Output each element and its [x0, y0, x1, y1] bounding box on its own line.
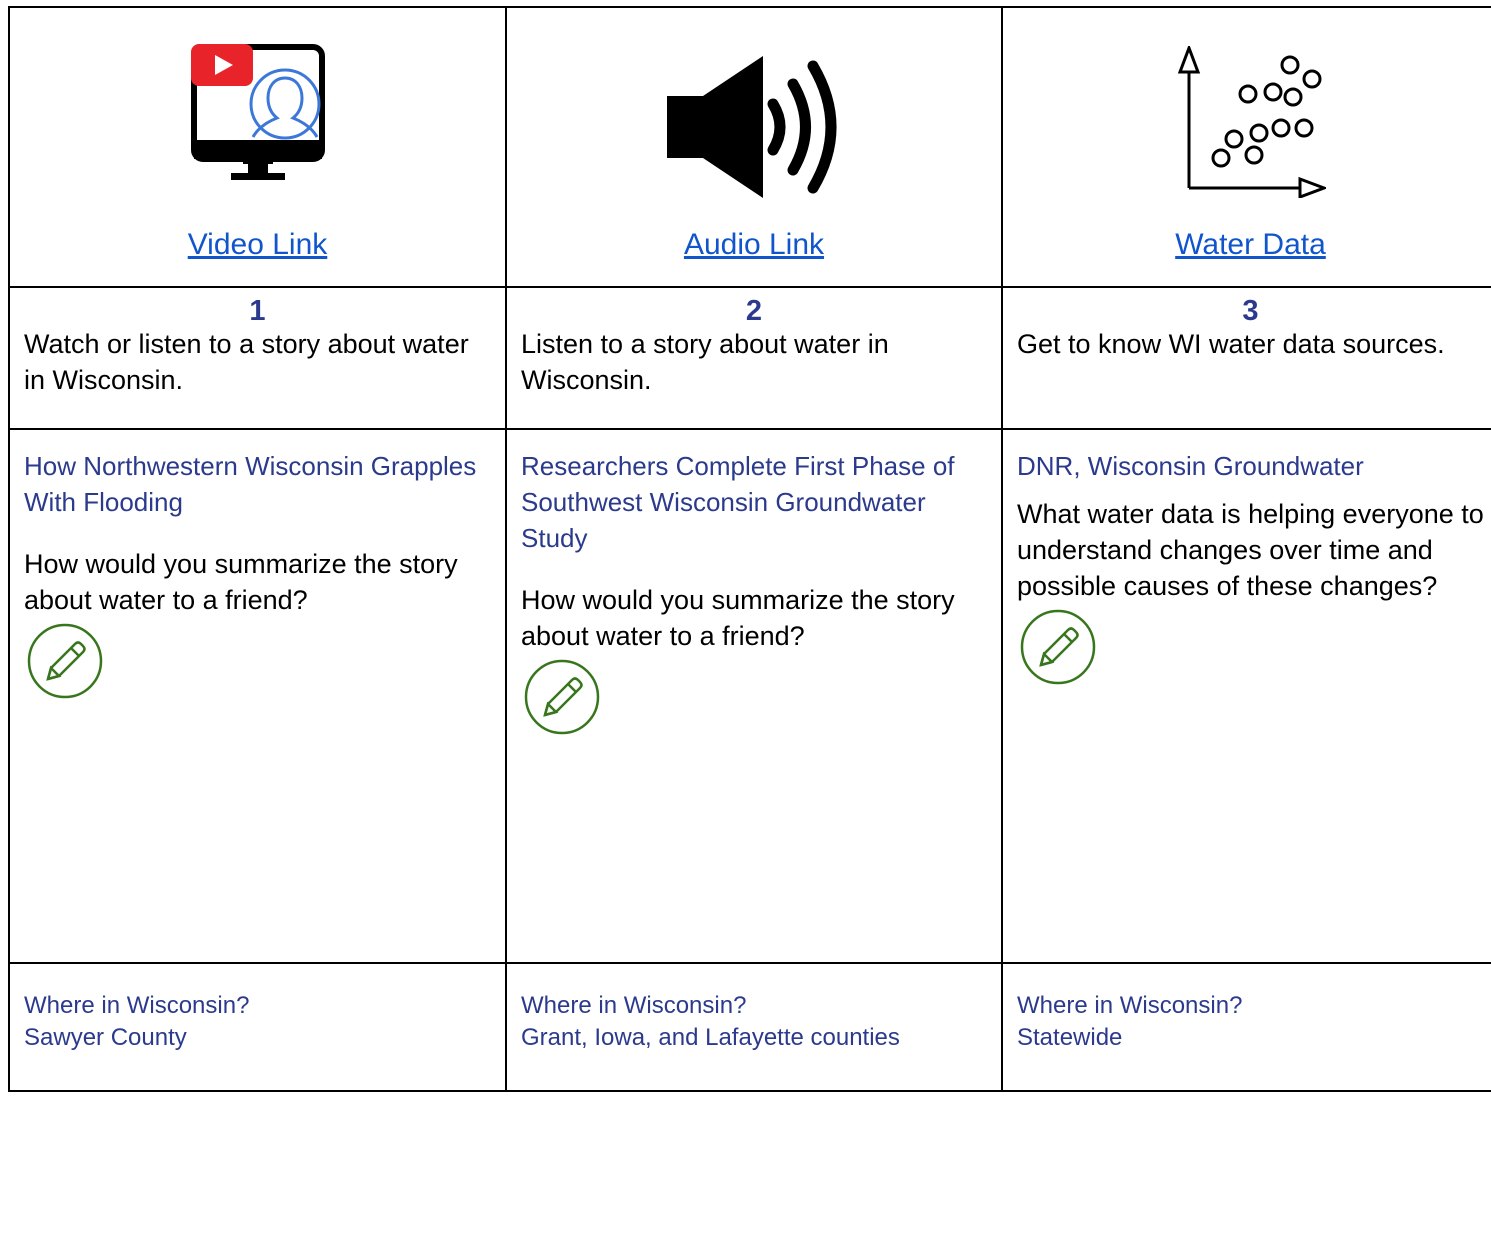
video-link[interactable]: Video Link: [188, 228, 328, 262]
location-row: Where in Wisconsin? Sawyer County Where …: [8, 962, 1491, 1092]
audio-link[interactable]: Audio Link: [684, 228, 824, 262]
audio-cell: Audio Link: [505, 6, 1003, 288]
speaker-icon: [667, 56, 837, 198]
where-value: Grant, Iowa, and Lafayette counties: [521, 1024, 900, 1051]
question-text: What water data is helping everyone to u…: [1017, 499, 1484, 601]
where-value: Statewide: [1017, 1024, 1123, 1051]
where-value: Sawyer County: [24, 1024, 187, 1051]
pencil-icon[interactable]: [1019, 608, 1097, 691]
video-monitor-icon: [190, 44, 325, 180]
step-text: Watch or listen to a story about water i…: [24, 329, 469, 395]
stories-row: How Northwestern Wisconsin Grapples With…: [8, 428, 1491, 964]
story-title-link[interactable]: How Northwestern Wisconsin Grapples With…: [10, 430, 505, 520]
video-cell: Video Link: [8, 6, 507, 288]
story-cell-3: DNR, Wisconsin Groundwater What water da…: [1001, 428, 1491, 964]
media-row: Video Link Audio Link Water Data: [8, 6, 1491, 288]
step-text: Listen to a story about water in Wiscons…: [521, 329, 889, 395]
step-text: Get to know WI water data sources.: [1017, 329, 1445, 359]
step-number: 1: [249, 295, 266, 327]
step-cell-3: 3 Get to know WI water data sources.: [1001, 286, 1491, 430]
step-cell-1: 1 Watch or listen to a story about water…: [8, 286, 507, 430]
step-number: 2: [745, 295, 763, 327]
story-cell-1: How Northwestern Wisconsin Grapples With…: [8, 428, 507, 964]
water-data-link[interactable]: Water Data: [1175, 228, 1326, 262]
step-number: 3: [1242, 295, 1259, 327]
location-cell-1: Where in Wisconsin? Sawyer County: [8, 962, 507, 1092]
scatter-plot-icon: [1177, 46, 1326, 198]
location-cell-3: Where in Wisconsin? Statewide: [1001, 962, 1491, 1092]
where-label: Where in Wisconsin?: [521, 992, 747, 1019]
steps-row: 1 Watch or listen to a story about water…: [8, 286, 1491, 430]
pencil-icon[interactable]: [26, 622, 104, 705]
step-cell-2: 2 Listen to a story about water in Wisco…: [505, 286, 1003, 430]
question-text: How would you summarize the story about …: [24, 549, 458, 615]
story-title-link[interactable]: DNR, Wisconsin Groundwater: [1003, 430, 1491, 484]
where-label: Where in Wisconsin?: [1017, 992, 1243, 1019]
story-cell-2: Researchers Complete First Phase of Sout…: [505, 428, 1003, 964]
activity-table: Video Link Audio Link Water Data 1 Watch…: [8, 6, 1491, 1092]
pencil-icon[interactable]: [523, 658, 601, 741]
question-text: How would you summarize the story about …: [521, 585, 955, 651]
water-data-cell: Water Data: [1001, 6, 1491, 288]
location-cell-2: Where in Wisconsin? Grant, Iowa, and Laf…: [505, 962, 1003, 1092]
where-label: Where in Wisconsin?: [24, 992, 250, 1019]
story-title-link[interactable]: Researchers Complete First Phase of Sout…: [507, 430, 1001, 556]
